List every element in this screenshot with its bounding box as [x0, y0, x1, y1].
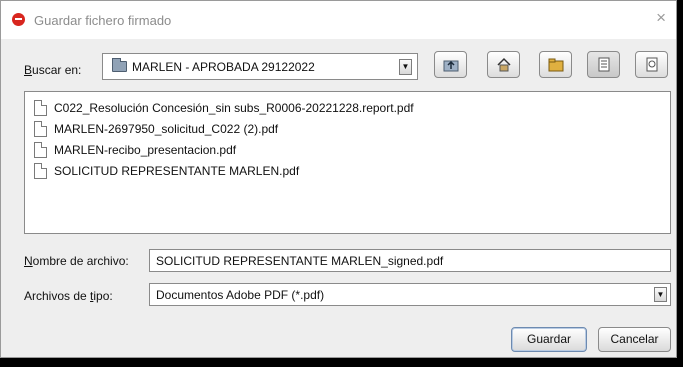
file-name: MARLEN-recibo_presentacion.pdf	[54, 143, 237, 157]
file-list[interactable]: C022_Resolución Concesión_sin subs_R0006…	[24, 91, 671, 234]
filename-field[interactable]: SOLICITUD REPRESENTANTE MARLEN_signed.pd…	[149, 249, 671, 272]
close-icon[interactable]: ×	[656, 8, 666, 28]
file-name: C022_Resolución Concesión_sin subs_R0006…	[54, 101, 414, 115]
document-icon	[34, 121, 47, 137]
filetype-value: Documentos Adobe PDF (*.pdf)	[156, 288, 325, 302]
app-logo-icon	[12, 13, 25, 26]
home-icon	[497, 57, 511, 72]
chevron-down-icon[interactable]: ▼	[399, 59, 412, 75]
details-view-icon	[646, 57, 658, 72]
details-view-button[interactable]	[635, 51, 668, 78]
chevron-down-icon[interactable]: ▼	[654, 287, 667, 302]
document-icon	[34, 163, 47, 179]
new-folder-icon	[548, 58, 564, 72]
list-view-button[interactable]	[587, 51, 620, 78]
up-one-level-button[interactable]	[434, 51, 467, 78]
save-dialog: Guardar fichero firmado × Buscar en: MAR…	[0, 0, 677, 358]
file-name: MARLEN-2697950_solicitud_C022 (2).pdf	[54, 122, 279, 136]
filetype-label: Archivos de tipo:	[24, 289, 113, 303]
list-view-icon	[598, 57, 610, 72]
home-button[interactable]	[487, 51, 520, 78]
title-bar[interactable]: Guardar fichero firmado ×	[1, 1, 676, 39]
save-button[interactable]: Guardar	[511, 327, 587, 352]
look-in-combo[interactable]: MARLEN - APROBADA 29122022 ▼	[102, 53, 418, 80]
cancel-button[interactable]: Cancelar	[598, 327, 671, 352]
filetype-combo[interactable]: Documentos Adobe PDF (*.pdf) ▼	[149, 283, 671, 306]
look-in-label: Buscar en:	[24, 63, 82, 77]
folder-icon	[112, 58, 127, 72]
filename-label: Nombre de archivo:	[24, 254, 129, 268]
document-icon	[34, 142, 47, 158]
file-name: SOLICITUD REPRESENTANTE MARLEN.pdf	[54, 164, 300, 178]
current-folder: MARLEN - APROBADA 29122022	[132, 60, 315, 74]
folder-up-icon	[443, 60, 459, 72]
new-folder-button[interactable]	[539, 51, 572, 78]
document-icon	[34, 100, 47, 116]
window-title: Guardar fichero firmado	[34, 13, 172, 28]
